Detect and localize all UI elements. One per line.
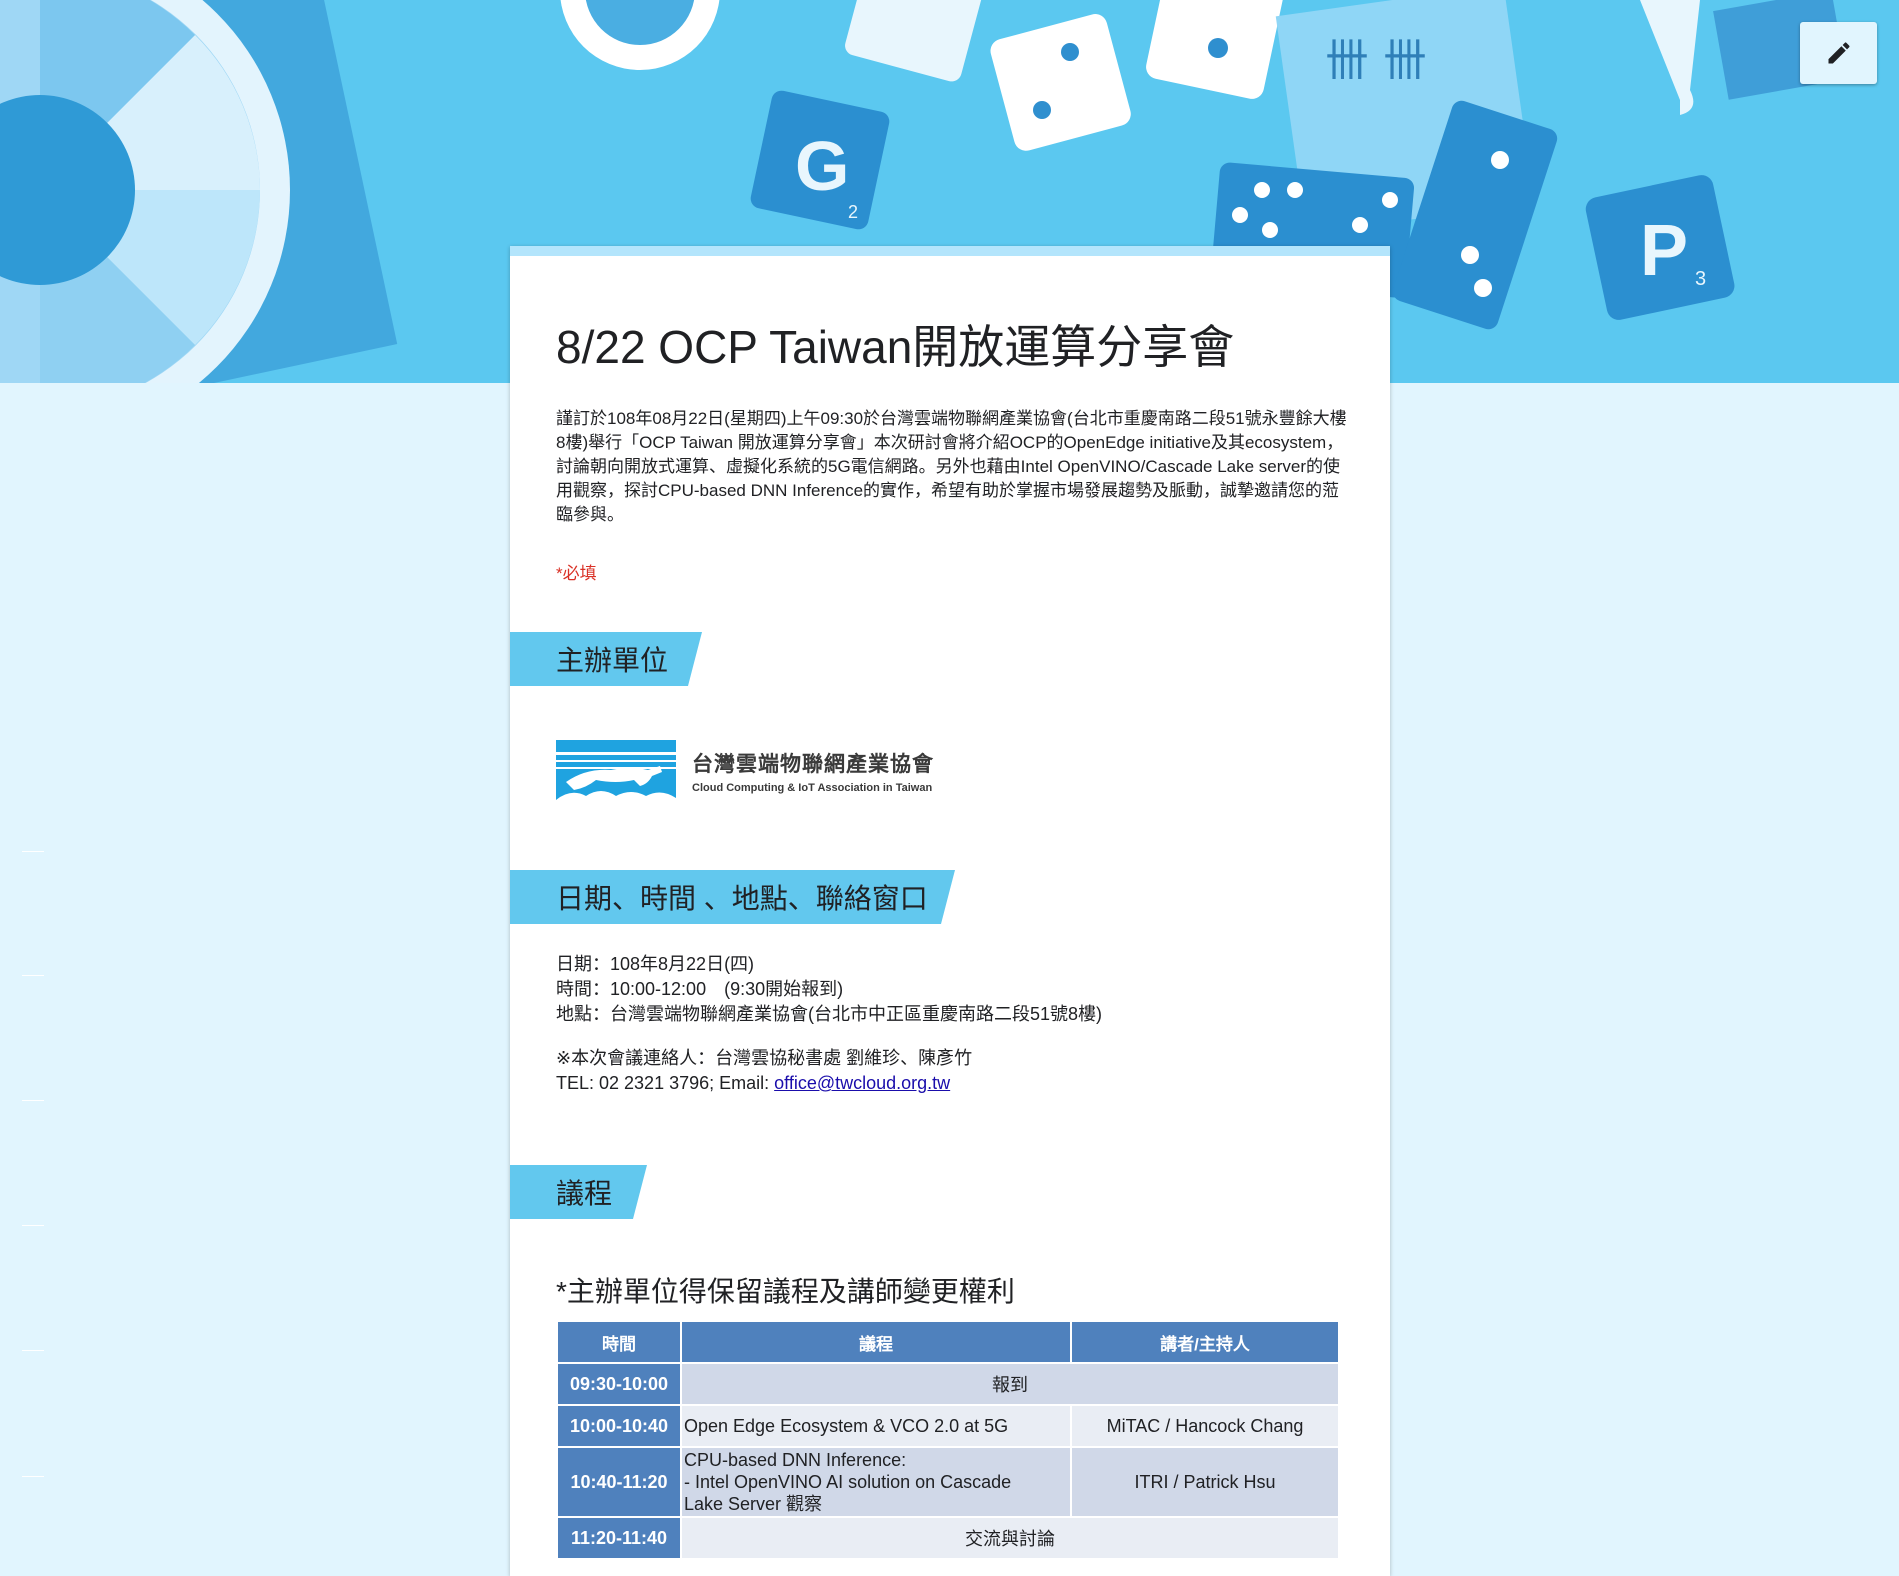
table-row: 10:40-11:20 CPU-based DNN Inference: - I… — [556, 1446, 1340, 1518]
table-header: 議程 — [680, 1320, 1072, 1364]
agenda-topic-line: Lake Server 觀察 — [684, 1494, 823, 1514]
event-location: 地點：台灣雲端物聯網產業協會(台北市中正區重慶南路二段51號8樓) — [556, 1004, 1103, 1024]
rail-tick — [22, 1350, 44, 1351]
event-info: 日期：108年8月22日(四) 時間：10:00-12:00 (9:30開始報到… — [556, 952, 1102, 1096]
form-card: 8/22 OCP Taiwan開放運算分享會 謹訂於108年08月22日(星期四… — [510, 246, 1390, 1576]
form-title: 8/22 OCP Taiwan開放運算分享會 — [556, 321, 1235, 373]
event-contact: ※本次會議連絡人：台灣雲協秘書處 劉維珍、陳彥竹 — [556, 1048, 973, 1068]
table-header: 講者/主持人 — [1070, 1320, 1340, 1364]
agenda-speaker: MiTAC / Hancock Chang — [1070, 1404, 1340, 1448]
edit-button[interactable] — [1800, 22, 1877, 84]
logo-name-en: Cloud Computing & IoT Association in Tai… — [692, 782, 933, 794]
table-row: 09:30-10:00 報到 — [556, 1362, 1340, 1406]
event-tel: TEL: 02 2321 3796; Email: — [556, 1073, 775, 1093]
agenda-table: 時間 議程 講者/主持人 09:30-10:00 報到 10:00-10:40 … — [556, 1320, 1340, 1560]
event-tel-line: TEL: 02 2321 3796; Email: office@twcloud… — [556, 1071, 1102, 1096]
table-row: 11:20-11:40 交流與討論 — [556, 1516, 1340, 1560]
agenda-topic: 交流與討論 — [680, 1516, 1340, 1560]
svg-text:2: 2 — [848, 202, 858, 222]
section-title: 主辦單位 — [556, 645, 669, 676]
rail-tick — [22, 975, 44, 976]
rail-tick — [22, 851, 44, 852]
pencil-icon — [1828, 42, 1850, 64]
rail-tick — [22, 1100, 44, 1101]
logo-name-zh: 台灣雲端物聯網產業協會 — [692, 753, 934, 776]
organizer-logo: 台灣雲端物聯網產業協會 Cloud Computing & IoT Associ… — [556, 740, 956, 810]
agenda-time: 09:30-10:00 — [556, 1362, 682, 1406]
agenda-time: 10:40-11:20 — [556, 1446, 682, 1518]
agenda-topic: 報到 — [680, 1362, 1340, 1406]
rail-tick — [22, 1225, 44, 1226]
event-time: 時間：10:00-12:00 (9:30開始報到) — [556, 979, 844, 999]
agenda-topic: Open Edge Ecosystem & VCO 2.0 at 5G — [680, 1404, 1072, 1448]
agenda-notice: *主辦單位得保留議程及講師變更權利 — [556, 1276, 1015, 1307]
section-header-organizer: 主辦單位 — [510, 632, 702, 686]
agenda-topic-line: - Intel OpenVINO AI solution on Cascade — [684, 1472, 1012, 1492]
agenda-topic-line: CPU-based DNN Inference: — [684, 1450, 907, 1470]
event-date: 日期：108年8月22日(四) — [556, 954, 755, 974]
rail-tick — [22, 1476, 44, 1477]
required-note: *必填 — [556, 564, 597, 583]
svg-text:G: G — [795, 127, 849, 205]
letter-tile-p: P 3 — [1585, 175, 1735, 320]
agenda-time: 10:00-10:40 — [556, 1404, 682, 1448]
cheetah-logo-icon — [556, 740, 676, 806]
section-header-agenda: 議程 — [510, 1165, 647, 1219]
table-row: 10:00-10:40 Open Edge Ecosystem & VCO 2.… — [556, 1404, 1340, 1448]
agenda-speaker: ITRI / Patrick Hsu — [1070, 1446, 1340, 1518]
form-description: 謹訂於108年08月22日(星期四)上午09:30於台灣雲端物聯網產業協會(台北… — [556, 409, 1347, 524]
svg-text:3: 3 — [1695, 268, 1706, 290]
section-title: 議程 — [556, 1178, 613, 1209]
letter-tile-g: G 2 — [750, 90, 890, 230]
section-header-info: 日期、時間 、地點、聯絡窗口 — [510, 870, 955, 924]
agenda-time: 11:20-11:40 — [556, 1516, 682, 1560]
agenda-topic: CPU-based DNN Inference: - Intel OpenVIN… — [680, 1446, 1072, 1518]
table-header: 時間 — [556, 1320, 682, 1364]
section-title: 日期、時間 、地點、聯絡窗口 — [556, 883, 928, 914]
email-link[interactable]: office@twcloud.org.tw — [774, 1073, 950, 1093]
svg-text:卌 卌: 卌 卌 — [1325, 35, 1427, 86]
svg-text:P: P — [1640, 211, 1688, 291]
